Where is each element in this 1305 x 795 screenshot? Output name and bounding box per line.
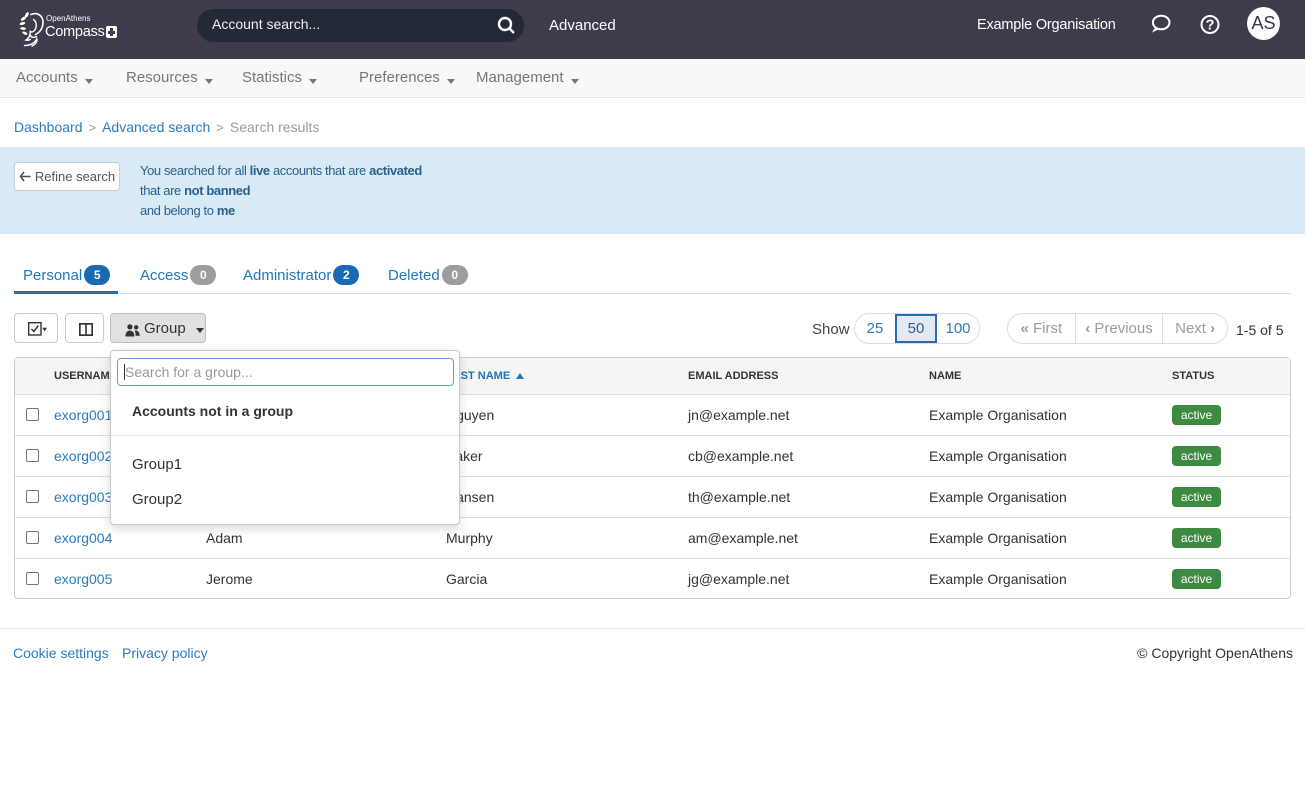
svg-text:?: ? — [1206, 18, 1215, 34]
